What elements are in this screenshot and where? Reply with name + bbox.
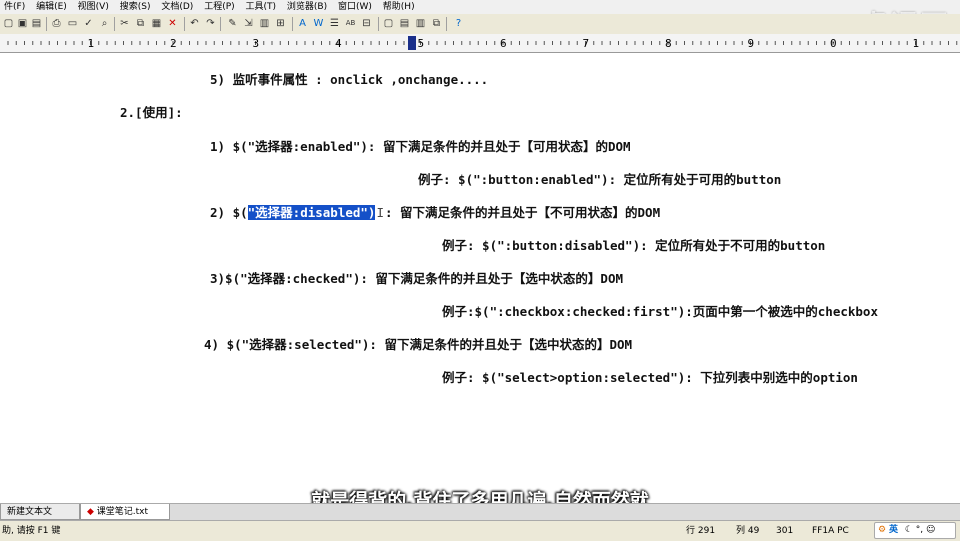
text-line[interactable]: 例子:$(":checkbox:checked:first"):页面中第一个被选… xyxy=(442,301,878,320)
editor-pane[interactable]: 5) 监听事件属性 : onclick ,onchange.... 2.[使用]… xyxy=(0,53,960,500)
menu-edit[interactable]: 编辑(E) xyxy=(32,0,71,14)
text-line[interactable]: 例子: $(":button:enabled"): 定位所有处于可用的butto… xyxy=(418,169,781,188)
toolbar: ▢ ▣ ▤ ⎙ ▭ ✓ ⌕ ✂ ⧉ ▦ ✕ ↶ ↷ ✎ ⇲ ▥ ⊞ A W ☰ … xyxy=(0,14,960,35)
toolbar-separator xyxy=(46,17,47,31)
ruler-label: 6 xyxy=(500,37,507,50)
menu-file[interactable]: 件(F) xyxy=(0,0,29,14)
save-all-icon[interactable]: ▤ xyxy=(30,17,43,30)
ruler-label: 1 xyxy=(88,37,95,50)
text-line-selected[interactable]: 2) $("选择器:disabled")I: 留下满足条件的并且处于【不可用状态… xyxy=(210,202,660,221)
text-before-selection: 2) $( xyxy=(210,205,248,220)
ime-smile-icon: ☺ xyxy=(926,525,936,535)
toolbar-separator xyxy=(446,17,447,31)
menu-document[interactable]: 文档(D) xyxy=(157,0,197,14)
ruler-label: 7 xyxy=(583,37,590,50)
ime-language: 英 xyxy=(888,525,898,535)
ruler-label: 0 xyxy=(830,37,837,50)
document-tab-bar: 新建文本文档.txt ◆ 课堂笔记.txt xyxy=(0,503,960,533)
ruler-label: 2 xyxy=(170,37,177,50)
bookmark-icon[interactable]: ▥ xyxy=(258,17,271,30)
copy-icon[interactable]: ⧉ xyxy=(134,17,147,30)
text-line[interactable]: 例子: $("select>option:selected"): 下拉列表中别选… xyxy=(442,367,858,386)
menu-window[interactable]: 窗口(W) xyxy=(334,0,376,14)
status-encoding: FF1A PC xyxy=(812,526,849,536)
menu-bar: 件(F) 编辑(E) 视图(V) 搜索(S) 文档(D) 工程(P) 工具(T)… xyxy=(0,0,960,14)
tab-new-text-document[interactable]: 新建文本文档.txt xyxy=(0,504,80,533)
redo-icon[interactable]: ↷ xyxy=(204,17,217,30)
ruler-label: 1 xyxy=(913,37,920,50)
text-cursor-icon: I xyxy=(376,205,384,220)
toolbar-separator xyxy=(378,17,379,31)
paste-icon[interactable]: ▦ xyxy=(150,17,163,30)
cascade-icon[interactable]: ⧉ xyxy=(430,17,443,30)
window-icon[interactable]: ▢ xyxy=(382,17,395,30)
text-line[interactable]: 5) 监听事件属性 : onclick ,onchange.... xyxy=(210,69,488,88)
text-line[interactable]: 例子: $(":button:disabled"): 定位所有处于不可用的but… xyxy=(442,235,825,254)
text-line[interactable]: 4) $("选择器:selected"): 留下满足条件的并且处于【选中状态的】… xyxy=(204,334,632,353)
status-size: 301 xyxy=(776,526,794,536)
text-selection[interactable]: "选择器:disabled") xyxy=(247,205,376,220)
ruler-label: 5 xyxy=(418,37,425,50)
ruler-label: 9 xyxy=(748,37,755,50)
abc-icon[interactable]: AB xyxy=(344,17,357,30)
pen-icon[interactable]: ✎ xyxy=(226,17,239,30)
cut-icon[interactable]: ✂ xyxy=(118,17,131,30)
new-file-icon[interactable]: ▢ xyxy=(2,17,15,30)
hex-icon[interactable]: ⊞ xyxy=(274,17,287,30)
list-icon[interactable]: ☰ xyxy=(328,17,341,30)
save-icon[interactable]: ▣ xyxy=(16,17,29,30)
tab-class-notes[interactable]: ◆ 课堂笔记.txt xyxy=(80,504,170,520)
print-preview-icon[interactable]: ▭ xyxy=(66,17,79,30)
modified-marker-icon: ◆ xyxy=(87,507,94,517)
ruler-label: 3 xyxy=(253,37,260,50)
status-row: 行 291 xyxy=(686,526,716,536)
ime-punct-icon: °, xyxy=(915,525,924,535)
menu-tools[interactable]: 工具(T) xyxy=(242,0,281,14)
word-wrap-icon[interactable]: W xyxy=(312,17,325,30)
menu-help[interactable]: 帮助(H) xyxy=(379,0,419,14)
ruler-label: 8 xyxy=(665,37,672,50)
menu-view[interactable]: 视图(V) xyxy=(74,0,113,14)
status-bar: 助, 请按 F1 键 行 291 列 49 301 FF1A PC xyxy=(0,520,960,541)
menu-browser[interactable]: 浏览器(B) xyxy=(283,0,331,14)
ime-logo-icon: ⚙ xyxy=(878,525,887,535)
ruler-caret-marker xyxy=(408,36,416,50)
column-mode-icon[interactable]: ⊟ xyxy=(360,17,373,30)
tab-label: 课堂笔记.txt xyxy=(96,507,149,517)
toolbar-separator xyxy=(220,17,221,31)
toolbar-separator xyxy=(184,17,185,31)
menu-search[interactable]: 搜索(S) xyxy=(116,0,155,14)
text-line[interactable]: 3)$("选择器:checked"): 留下满足条件的并且处于【选中状态的】DO… xyxy=(210,268,623,287)
help-icon[interactable]: ? xyxy=(452,17,465,30)
text-after-selection: : 留下满足条件的并且处于【不可用状态】的DOM xyxy=(384,205,661,220)
ruler: 1 2 3 4 5 6 7 8 9 0 1 xyxy=(0,34,960,53)
text-line[interactable]: 2.[使用]: xyxy=(120,102,183,121)
delete-icon[interactable]: ✕ xyxy=(166,17,179,30)
goto-icon[interactable]: ⇲ xyxy=(242,17,255,30)
font-icon[interactable]: A xyxy=(296,17,309,30)
toolbar-separator xyxy=(114,17,115,31)
find-icon[interactable]: ⌕ xyxy=(98,17,111,30)
ime-moon-icon: ☾ xyxy=(904,525,913,535)
text-line[interactable]: 1) $("选择器:enabled"): 留下满足条件的并且处于【可用状态】的D… xyxy=(210,136,631,155)
toolbar-separator xyxy=(292,17,293,31)
menu-project[interactable]: 工程(P) xyxy=(200,0,238,14)
spellcheck-icon[interactable]: ✓ xyxy=(82,17,95,30)
ruler-label: 4 xyxy=(335,37,342,50)
print-icon[interactable]: ⎙ xyxy=(50,17,63,30)
ruler-graphic: 1 2 3 4 5 6 7 8 9 0 1 xyxy=(7,36,958,50)
tile-horizontal-icon[interactable]: ▤ xyxy=(398,17,411,30)
undo-icon[interactable]: ↶ xyxy=(188,17,201,30)
ime-indicator[interactable]: ⚙ 英 ☾ °, ☺ xyxy=(874,522,956,539)
status-hint: 助, 请按 F1 键 xyxy=(2,526,61,536)
status-column: 列 49 xyxy=(736,526,760,536)
tile-vertical-icon[interactable]: ▥ xyxy=(414,17,427,30)
